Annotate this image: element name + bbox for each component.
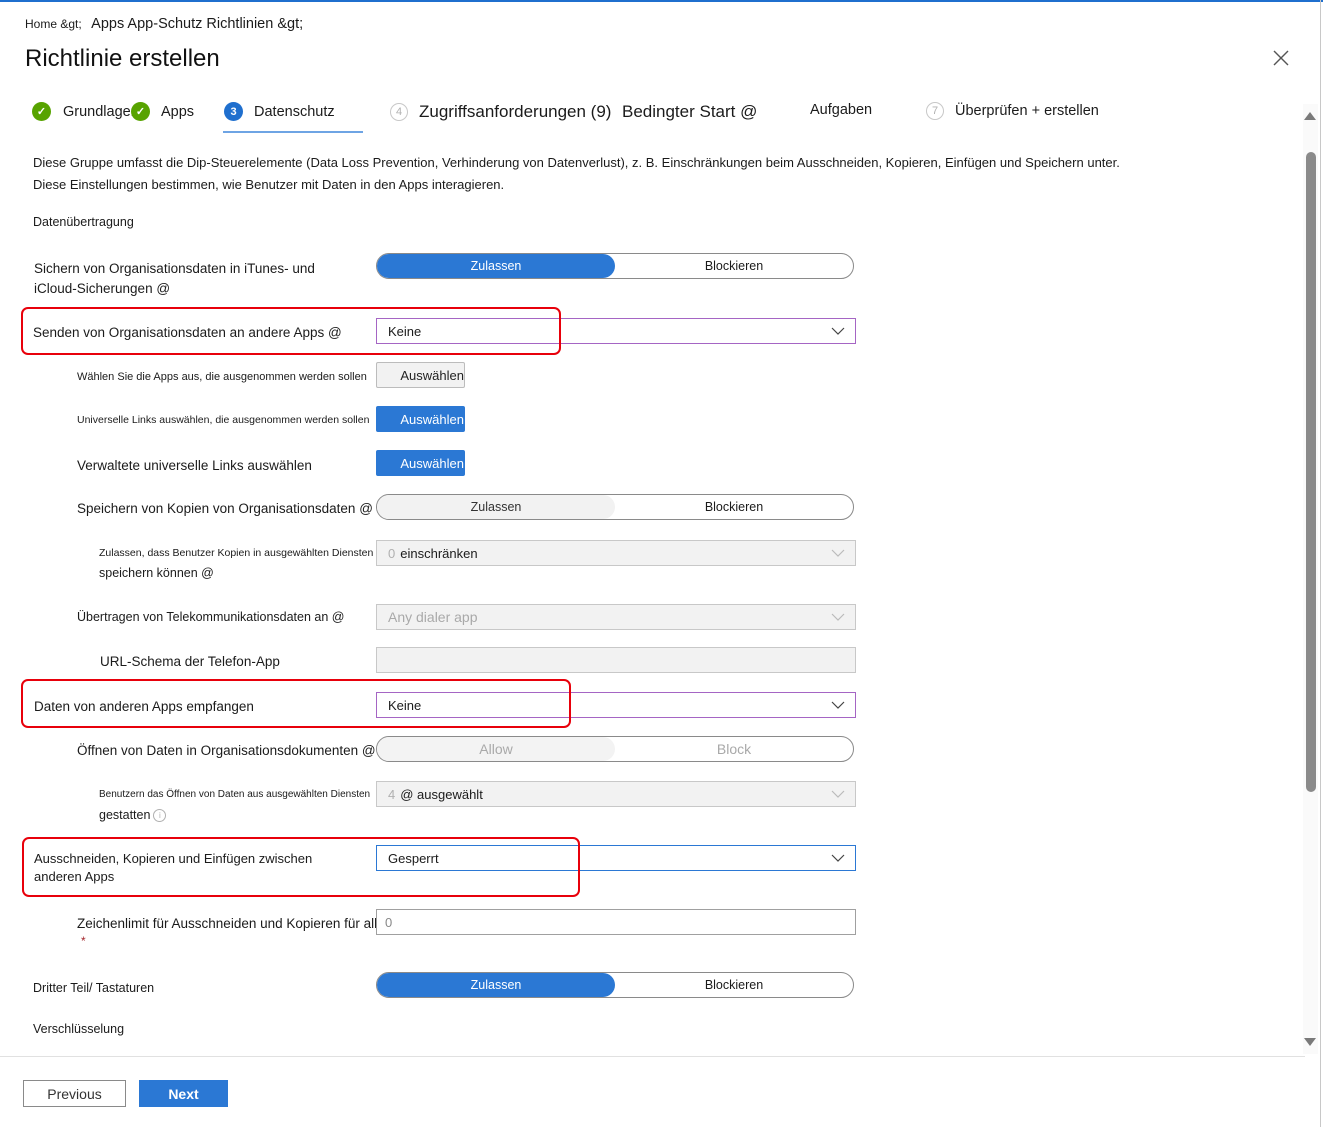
step-aufgaben[interactable]: Aufgaben: [810, 102, 872, 118]
backup-label-line-1: Sichern von Organisationsdaten in iTunes…: [34, 261, 315, 276]
scroll-up-arrow-icon[interactable]: [1304, 112, 1316, 120]
exempt-apps-select-button[interactable]: Auswählen: [376, 362, 465, 388]
breadcrumb: Home &gt; Apps App-Schutz Richtlinien &g…: [25, 15, 303, 33]
send-data-label: Senden von Organisationsdaten an andere …: [33, 325, 342, 340]
description-line-2: Diese Einstellungen bestimmen, wie Benut…: [33, 177, 505, 192]
chevron-down-icon: [831, 854, 845, 862]
cut-copy-dropdown[interactable]: Gesperrt: [376, 845, 856, 871]
open-data-toggle[interactable]: Allow Block: [376, 736, 854, 762]
receive-data-label: Daten von anderen Apps empfangen: [34, 699, 254, 714]
save-services-label: Zulassen, dass Benutzer Kopien in ausgew…: [99, 543, 373, 583]
open-data-allow-option[interactable]: Allow: [377, 737, 615, 761]
description-line-1: Diese Gruppe umfasst die Dip-Steuereleme…: [33, 155, 1120, 170]
universal-links-label: Universelle Links auswählen, die ausgeno…: [77, 414, 370, 426]
required-marker: *: [81, 934, 86, 948]
backup-toggle[interactable]: Zulassen Blockieren: [376, 253, 854, 279]
receive-data-value: Keine: [388, 697, 422, 713]
open-services-count: 4: [388, 786, 396, 802]
backup-allow-option[interactable]: Zulassen: [377, 254, 615, 278]
chevron-down-icon: [831, 549, 845, 557]
save-services-count: 0: [388, 545, 396, 561]
save-copies-allow-option[interactable]: Zulassen: [377, 495, 615, 519]
save-copies-block-option[interactable]: Blockieren: [615, 495, 853, 519]
save-copies-label: Speichern von Kopien von Organisationsda…: [77, 501, 373, 516]
save-services-label-line-2: speichern können @: [99, 566, 214, 580]
keyboards-allow-option[interactable]: Zulassen: [377, 973, 615, 997]
dialer-url-input[interactable]: [376, 647, 856, 673]
breadcrumb-home[interactable]: Home &gt;: [25, 17, 82, 31]
exempt-apps-label: Wählen Sie die Apps aus, die ausgenommen…: [77, 371, 367, 383]
footer-divider: [0, 1056, 1305, 1057]
breadcrumb-path[interactable]: Apps App-Schutz Richtlinien &gt;: [91, 16, 303, 32]
cut-copy-label-line-2: anderen Apps: [34, 869, 115, 884]
step-ueberpruefen[interactable]: 7 Überprüfen + erstellen: [926, 102, 1099, 120]
managed-links-label: Verwaltete universelle Links auswählen: [77, 458, 312, 473]
step-label: Aufgaben: [810, 102, 873, 118]
char-limit-input[interactable]: 0: [376, 909, 856, 935]
step-bedingter-start[interactable]: Bedingter Start @: [622, 102, 757, 122]
save-services-label-line-1: Zulassen, dass Benutzer Kopien in ausgew…: [99, 547, 374, 559]
info-icon[interactable]: i: [153, 809, 167, 823]
next-button[interactable]: Next: [139, 1080, 228, 1107]
section-heading-encryption: Verschlüsselung: [33, 1022, 125, 1036]
cut-copy-value: Gesperrt: [388, 850, 439, 866]
open-services-label-line-1: Benutzern das Öffnen von Daten aus ausge…: [99, 789, 371, 800]
save-copies-toggle[interactable]: Zulassen Blockieren: [376, 494, 854, 520]
receive-data-dropdown[interactable]: Keine: [376, 692, 856, 718]
universal-links-select-button[interactable]: Auswählen: [376, 406, 465, 432]
step-number-icon: 7: [926, 102, 944, 120]
chevron-down-icon: [831, 790, 845, 798]
scroll-down-arrow-icon[interactable]: [1304, 1038, 1316, 1046]
page-title: Richtlinie erstellen: [25, 45, 220, 72]
send-data-value: Keine: [388, 323, 422, 339]
telecom-value: Any dialer app: [388, 609, 478, 625]
keyboards-label: Dritter Teil/ Tastaturen: [33, 981, 155, 995]
send-data-dropdown[interactable]: Keine: [376, 318, 856, 344]
open-services-value: @ ausgewählt: [400, 786, 483, 802]
section-heading-data-transfer: Datenübertragung: [33, 215, 134, 229]
step-label: Zugriffsanforderungen (9): [419, 102, 612, 121]
window-border: [1320, 0, 1321, 1127]
step-apps[interactable]: ✓ Apps: [131, 102, 194, 121]
chevron-down-icon: [831, 613, 845, 621]
dialer-url-label: URL-Schema der Telefon-App: [100, 654, 280, 669]
cut-copy-label-line-1: Ausschneiden, Kopieren und Einfügen zwis…: [34, 851, 313, 866]
step-number-icon: 3: [224, 102, 243, 121]
managed-links-select-button[interactable]: Auswählen: [376, 450, 465, 476]
open-data-label: Öffnen von Daten in Organisationsdokumen…: [77, 743, 376, 758]
check-icon: ✓: [32, 102, 51, 121]
step-label: Grundlagen: [63, 103, 139, 120]
open-services-label: Benutzern das Öffnen von Daten aus ausge…: [99, 785, 370, 825]
step-zugriffsanforderungen[interactable]: 4 Zugriffsanforderungen (9): [390, 102, 611, 122]
open-services-label-line-2: gestatten: [99, 808, 151, 822]
telecom-label: Übertragen von Telekommunikationsdaten a…: [77, 610, 345, 624]
telecom-dropdown[interactable]: Any dialer app: [376, 604, 856, 630]
check-icon: ✓: [131, 102, 150, 121]
step-number-icon: 4: [390, 103, 408, 121]
step-label: Bedingter Start @: [622, 102, 758, 121]
save-services-value: einschränken: [400, 545, 478, 561]
backup-label: Sichern von Organisationsdaten in iTunes…: [34, 259, 315, 299]
char-limit-label: Zeichenlimit für Ausschneiden und Kopier…: [77, 916, 419, 931]
step-grundlagen[interactable]: ✓ Grundlagen: [32, 102, 139, 121]
keyboards-block-option[interactable]: Blockieren: [615, 973, 853, 997]
backup-label-line-2: iCloud-Sicherungen @: [34, 281, 171, 296]
chevron-down-icon: [831, 701, 845, 709]
step-label: Überprüfen + erstellen: [955, 103, 1099, 119]
step-label: Apps: [161, 103, 195, 120]
scrollbar-thumb[interactable]: [1306, 152, 1316, 792]
top-accent-line: [0, 0, 1323, 2]
chevron-down-icon: [831, 327, 845, 335]
step-datenschutz[interactable]: 3 Datenschutz: [224, 102, 335, 121]
save-services-dropdown[interactable]: 0 einschränken: [376, 540, 856, 566]
backup-block-option[interactable]: Blockieren: [615, 254, 853, 278]
open-services-dropdown[interactable]: 4 @ ausgewählt: [376, 781, 856, 807]
cut-copy-label: Ausschneiden, Kopieren und Einfügen zwis…: [34, 850, 312, 886]
keyboards-toggle[interactable]: Zulassen Blockieren: [376, 972, 854, 998]
open-data-block-option[interactable]: Block: [615, 737, 853, 761]
active-step-underline: [223, 131, 363, 133]
previous-button[interactable]: Previous: [23, 1080, 126, 1107]
step-label: Datenschutz: [254, 103, 335, 120]
close-icon[interactable]: [1270, 47, 1292, 69]
